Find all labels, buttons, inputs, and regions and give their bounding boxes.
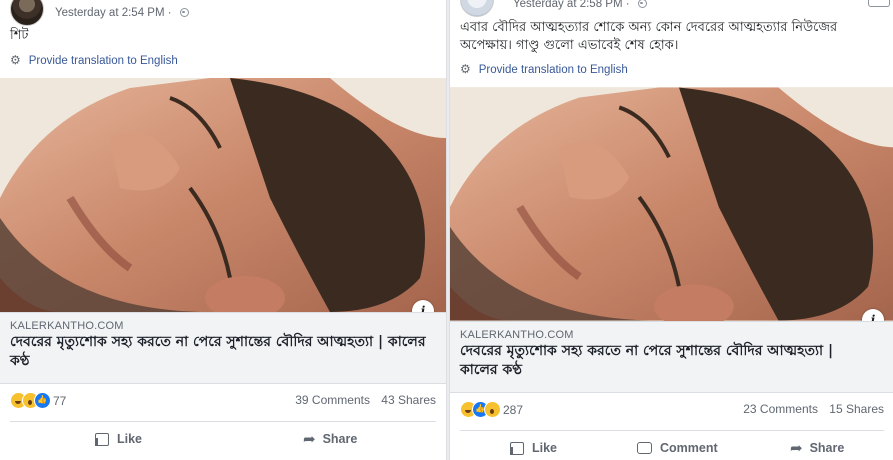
share-label: Share bbox=[809, 441, 845, 455]
globe-icon bbox=[179, 8, 189, 17]
wow-reaction-icon bbox=[484, 401, 501, 418]
translate-link[interactable]: Provide translation to English bbox=[479, 64, 628, 76]
shares-count[interactable]: 43 Shares bbox=[381, 393, 436, 407]
separator: · bbox=[167, 7, 172, 19]
face-photo bbox=[450, 87, 893, 321]
post-stats: 77 39 Comments 43 Shares bbox=[0, 391, 446, 413]
share-label: Share bbox=[322, 432, 358, 446]
post-text: এবার বৌদির আত্মহত্যার শোকে অন্য কোন দেবর… bbox=[460, 20, 838, 53]
share-icon: ➦ bbox=[790, 440, 803, 457]
reaction-count[interactable]: 287 bbox=[503, 403, 523, 417]
reaction-count[interactable]: 77 bbox=[53, 394, 66, 408]
gear-icon: ⚙ bbox=[460, 62, 471, 76]
link-preview[interactable]: KALERKANTHO.COM দেবরের মৃত্যুশোক সহ্য কর… bbox=[0, 312, 446, 384]
translate-link[interactable]: Provide translation to English bbox=[29, 55, 178, 67]
link-preview[interactable]: KALERKANTHO.COM দেবরের মৃত্যুশোক সহ্য কর… bbox=[450, 321, 893, 393]
post-card-right: Yesterday at 2:58 PM · এবার বৌদির আত্মহত… bbox=[449, 0, 893, 460]
like-icon bbox=[509, 441, 524, 455]
comment-icon bbox=[637, 442, 652, 454]
globe-icon bbox=[637, 0, 647, 8]
like-button[interactable]: Like bbox=[94, 422, 143, 456]
post-text: শিট bbox=[10, 28, 29, 43]
translate-row[interactable]: ⚙ Provide translation to English bbox=[10, 53, 178, 67]
translate-row[interactable]: ⚙ Provide translation to English bbox=[460, 62, 628, 76]
face-photo bbox=[0, 78, 446, 312]
share-icon: ➦ bbox=[303, 431, 316, 448]
post-timestamp[interactable]: Yesterday at 2:58 PM bbox=[513, 0, 623, 10]
post-timestamp-row: Yesterday at 2:58 PM · bbox=[513, 0, 647, 10]
link-title[interactable]: দেবরের মৃত্যুশোক সহ্য করতে না পেরে সুশান… bbox=[10, 333, 426, 371]
share-button[interactable]: ➦ Share bbox=[790, 431, 844, 460]
post-stats: 287 23 Comments 15 Shares bbox=[450, 400, 893, 422]
like-reaction-icon bbox=[34, 392, 51, 409]
action-bar: Like ➦ Share bbox=[10, 421, 436, 456]
like-label: Like bbox=[117, 432, 143, 446]
comments-shares: 39 Comments 43 Shares bbox=[287, 393, 436, 407]
author-avatar[interactable] bbox=[10, 0, 44, 26]
comments-shares: 23 Comments 15 Shares bbox=[735, 402, 884, 416]
post-timestamp-row: Yesterday at 2:54 PM · bbox=[55, 7, 189, 19]
like-button[interactable]: Like bbox=[509, 431, 558, 460]
post-card-left: Yesterday at 2:54 PM · শিট ⚙ Provide tran… bbox=[0, 0, 447, 460]
post-timestamp[interactable]: Yesterday at 2:54 PM bbox=[55, 7, 165, 19]
like-label: Like bbox=[532, 441, 558, 455]
link-image[interactable]: i bbox=[0, 78, 446, 312]
author-avatar[interactable] bbox=[460, 0, 494, 17]
comment-label: Comment bbox=[660, 441, 718, 455]
separator: · bbox=[625, 0, 630, 10]
gear-icon: ⚙ bbox=[10, 53, 21, 67]
link-domain: KALERKANTHO.COM bbox=[460, 329, 574, 341]
comments-count[interactable]: 23 Comments bbox=[743, 402, 818, 416]
shares-count[interactable]: 15 Shares bbox=[829, 402, 884, 416]
link-domain: KALERKANTHO.COM bbox=[10, 320, 124, 332]
link-image[interactable]: i bbox=[450, 87, 893, 321]
link-title[interactable]: দেবরের মৃত্যুশোক সহ্য করতে না পেরে সুশান… bbox=[460, 342, 874, 380]
action-bar: Like Comment ➦ Share bbox=[460, 430, 884, 460]
share-button[interactable]: ➦ Share bbox=[303, 422, 357, 456]
comments-count[interactable]: 39 Comments bbox=[295, 393, 370, 407]
like-icon bbox=[94, 432, 109, 446]
more-options-icon[interactable] bbox=[868, 0, 890, 7]
comment-button[interactable]: Comment bbox=[637, 431, 718, 460]
